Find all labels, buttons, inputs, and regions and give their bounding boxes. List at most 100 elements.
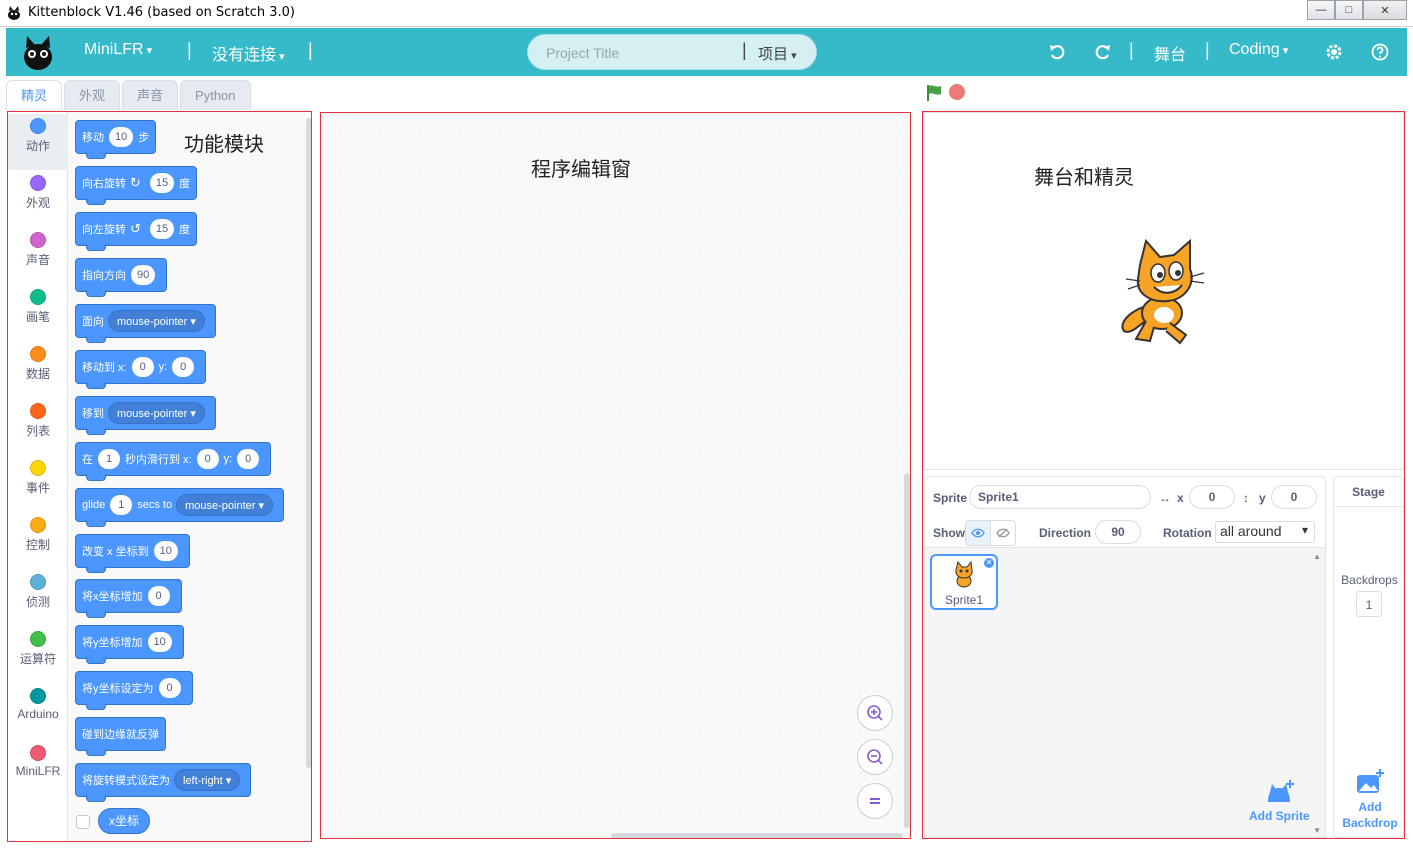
maximize-button[interactable]: □ — [1335, 0, 1363, 20]
project-title-input[interactable] — [546, 43, 736, 63]
category-operators[interactable]: 运算符 — [8, 627, 68, 683]
show-sprite-button[interactable] — [965, 520, 991, 546]
x-position-checkbox[interactable] — [76, 815, 90, 829]
editor-horizontal-scrollbar[interactable] — [611, 833, 903, 839]
device-menu[interactable]: MiniLFR — [84, 41, 152, 59]
block-dropdown[interactable]: mouse-pointer — [108, 402, 205, 424]
zoom-in-button[interactable] — [857, 695, 893, 731]
block-turn-left[interactable]: 向左旋转 ↺ 15 度 — [75, 212, 198, 251]
stage-menu[interactable]: 舞台 — [1154, 41, 1186, 65]
category-dot — [30, 118, 46, 134]
hide-sprite-button[interactable] — [990, 520, 1016, 546]
block-set-y[interactable]: 将y坐标设定为 0 — [75, 671, 193, 710]
category-data[interactable]: 数据 — [8, 342, 68, 398]
block-increase-y[interactable]: 将y坐标增加 10 — [75, 625, 184, 664]
block-text: 碰到边缘就反弹 — [82, 729, 159, 741]
category-sensing[interactable]: 侦测 — [8, 570, 68, 626]
block-number-input[interactable]: 1 — [110, 495, 133, 515]
editor-vertical-scrollbar[interactable] — [904, 473, 910, 828]
block-increase-x[interactable]: 将x坐标增加 0 — [75, 579, 182, 618]
stage-canvas[interactable]: 舞台和精灵 — [923, 112, 1404, 470]
block-glide-xy[interactable]: 在 1 秒内滑行到 x: 0 y: 0 — [75, 442, 272, 481]
direction-label: Direction — [1039, 526, 1092, 540]
block-number-input[interactable]: 0 — [196, 449, 219, 469]
block-dropdown[interactable]: mouse-pointer — [176, 494, 274, 516]
block-change-x[interactable]: 改变 x 坐标到 10 — [75, 534, 190, 573]
gear-icon[interactable] — [1324, 42, 1344, 62]
scroll-down-arrow-icon[interactable]: ▼ — [1313, 826, 1321, 835]
rotation-style-select[interactable]: all around — [1215, 521, 1315, 543]
category-motion[interactable]: 动作 — [8, 114, 68, 170]
sprite-label: Sprite — [933, 491, 968, 505]
block-goto-xy[interactable]: 移动到 x: 0 y: 0 — [75, 350, 207, 389]
tab-sound[interactable]: 声音 — [122, 80, 179, 110]
block-number-input[interactable]: 10 — [153, 541, 178, 561]
block-turn-right[interactable]: 向右旋转 ↻ 15 度 — [75, 166, 198, 205]
block-bounce[interactable]: 碰到边缘就反弹 — [75, 717, 166, 756]
category-control[interactable]: 控制 — [8, 513, 68, 569]
redo-icon[interactable] — [1093, 42, 1113, 62]
block-dropdown[interactable]: mouse-pointer — [108, 310, 205, 332]
kitten-app-icon — [8, 6, 20, 20]
category-pen[interactable]: 画笔 — [8, 285, 68, 341]
block-number-input[interactable]: 10 — [147, 632, 172, 652]
tab-python[interactable]: Python — [180, 80, 251, 110]
category-events[interactable]: 事件 — [8, 456, 68, 512]
minimize-button[interactable]: — — [1307, 0, 1335, 20]
palette-scrollbar[interactable] — [306, 118, 312, 768]
category-looks[interactable]: 外观 — [8, 171, 68, 227]
sprite-tile[interactable]: Sprite1 ✕ — [930, 554, 998, 610]
block-glide-to[interactable]: glide 1 secs to mouse-pointer — [75, 488, 285, 527]
stage-target-panel[interactable]: Stage Backdrops 1 Add Backdrop — [1333, 476, 1404, 838]
block-number-input[interactable]: 0 — [237, 449, 260, 469]
block-point-towards[interactable]: 面向 mouse-pointer — [75, 304, 216, 343]
category-lists[interactable]: 列表 — [8, 399, 68, 455]
block-number-input[interactable]: 0 — [147, 586, 170, 606]
block-number-input[interactable]: 0 — [158, 678, 181, 698]
tab-looks[interactable]: 外观 — [64, 80, 121, 110]
block-number-input[interactable]: 0 — [131, 357, 154, 377]
project-menu[interactable]: 项目 — [758, 43, 797, 64]
close-button[interactable]: ✕ — [1363, 0, 1407, 20]
block-number-input[interactable]: 1 — [98, 449, 120, 469]
help-icon[interactable] — [1370, 42, 1390, 62]
stop-button[interactable] — [949, 84, 965, 100]
connection-menu[interactable]: 没有连接 — [212, 41, 285, 65]
menu-separator: | — [187, 40, 192, 60]
category-sound[interactable]: 声音 — [8, 228, 68, 284]
block-number-input[interactable]: 0 — [172, 357, 195, 377]
block-number-input[interactable]: 90 — [131, 265, 156, 285]
mode-menu[interactable]: Coding — [1229, 41, 1288, 59]
kittenblock-logo[interactable] — [20, 32, 56, 72]
green-flag-icon[interactable] — [925, 84, 943, 102]
undo-icon[interactable] — [1047, 42, 1067, 62]
delete-sprite-icon[interactable]: ✕ — [984, 558, 994, 568]
x-position-input[interactable] — [1189, 485, 1235, 509]
block-text: 改变 x 坐标到 — [82, 546, 149, 558]
block-goto[interactable]: 移到 mouse-pointer — [75, 396, 216, 435]
zoom-reset-button[interactable] — [857, 783, 893, 819]
direction-input[interactable] — [1095, 520, 1141, 544]
script-editor[interactable]: 程序编辑窗 — [321, 113, 910, 839]
rotation-label: Rotation — [1163, 526, 1212, 540]
category-minilfr[interactable]: MiniLFR — [8, 741, 68, 797]
menu-separator: | — [1205, 40, 1210, 60]
category-arduino[interactable]: Arduino — [8, 684, 68, 740]
block-point-direction[interactable]: 指向方向 90 — [75, 258, 168, 297]
block-rotation-style[interactable]: 将旋转模式设定为 left-right — [75, 763, 252, 802]
sprite-name-input[interactable] — [969, 485, 1151, 509]
tab-sprite[interactable]: 精灵 — [6, 80, 63, 110]
add-backdrop-button[interactable]: Add Backdrop — [1338, 769, 1402, 831]
y-position-input[interactable] — [1271, 485, 1317, 509]
zoom-out-button[interactable] — [857, 739, 893, 775]
cat-sprite-image[interactable] — [1110, 235, 1210, 347]
block-number-input[interactable]: 15 — [149, 173, 175, 193]
block-number-input[interactable]: 15 — [149, 219, 175, 239]
add-sprite-button[interactable]: Add Sprite — [1249, 780, 1310, 823]
block-dropdown[interactable]: left-right — [174, 769, 241, 791]
block-x-position-reporter[interactable]: x坐标 — [98, 808, 151, 834]
block-number-input[interactable]: 10 — [109, 127, 134, 147]
scroll-up-arrow-icon[interactable]: ▲ — [1313, 552, 1321, 561]
menu-separator: | — [1129, 40, 1134, 60]
block-move-steps[interactable]: 移动 10 步 — [75, 120, 157, 159]
